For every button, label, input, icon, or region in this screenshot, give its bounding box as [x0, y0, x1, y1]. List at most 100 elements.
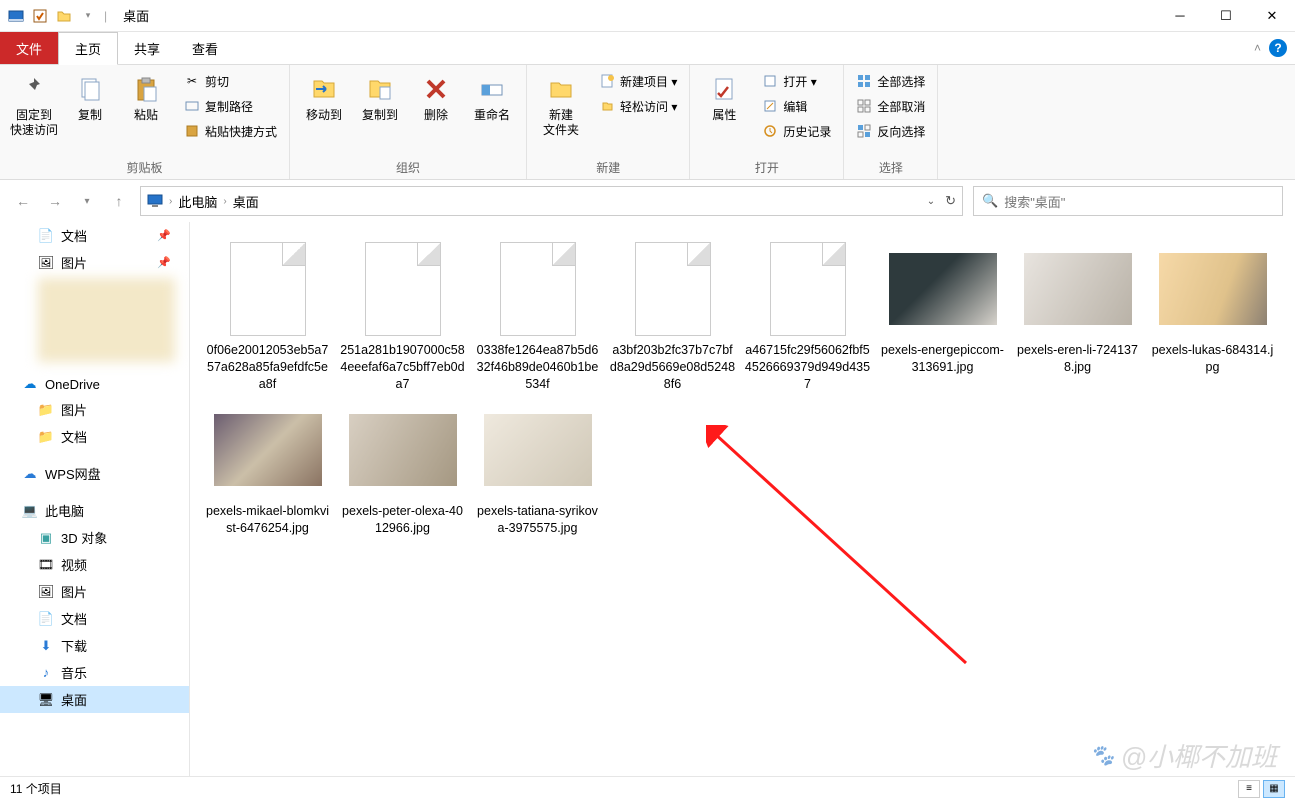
nav-back-button[interactable]: ← [12, 190, 34, 212]
maximize-button[interactable]: ☐ [1203, 0, 1249, 32]
view-details-button[interactable]: ≡ [1238, 780, 1260, 798]
pc-icon: 💻 [22, 503, 38, 519]
sidebar-item-od-docs[interactable]: 📁文档 [0, 423, 189, 450]
qat-folder-icon[interactable] [54, 6, 74, 26]
paste-icon [130, 73, 162, 105]
file-item[interactable]: pexels-lukas-684314.jpg [1145, 240, 1280, 393]
moveto-button[interactable]: 移动到 [298, 69, 350, 123]
edit-button[interactable]: 编辑 [758, 94, 835, 118]
file-item[interactable]: pexels-mikael-blomkvist-6476254.jpg [200, 401, 335, 537]
chevron-right-icon[interactable]: › [169, 196, 172, 207]
addr-dropdown-icon[interactable]: ⌄ [927, 196, 935, 207]
open-button[interactable]: 打开 ▾ [758, 69, 835, 93]
file-item[interactable]: pexels-eren-li-7241378.jpg [1010, 240, 1145, 393]
sidebar-item-pictures[interactable]: 🖼图片📌 [0, 249, 189, 276]
breadcrumb-pc[interactable]: 此电脑 [178, 192, 217, 211]
minimize-button[interactable]: ─ [1157, 0, 1203, 32]
sidebar-item-onedrive[interactable]: ☁OneDrive [0, 372, 189, 396]
file-item[interactable]: 0f06e20012053eb5a757a628a85fa9efdfc5ea8f [200, 240, 335, 393]
tab-home[interactable]: 主页 [58, 32, 118, 65]
file-item[interactable]: a3bf203b2fc37b7c7bfd8a29d5669e08d52488f6 [605, 240, 740, 393]
sidebar-item-documents[interactable]: 📄文档📌 [0, 222, 189, 249]
breadcrumb-folder[interactable]: 桌面 [233, 192, 259, 211]
pin-icon [18, 73, 50, 105]
file-item[interactable]: 251a281b1907000c584eeefaf6a7c5bff7eb0da7 [335, 240, 470, 393]
file-name: pexels-energepiccom-313691.jpg [875, 342, 1010, 376]
close-button[interactable]: ✕ [1249, 0, 1295, 32]
tab-file[interactable]: 文件 [0, 32, 58, 64]
copy-button[interactable]: 复制 [64, 69, 116, 123]
picture-icon: 🖼 [38, 584, 54, 600]
sidebar[interactable]: 📄文档📌 🖼图片📌 ☁OneDrive 📁图片 📁文档 ☁WPS网盘 💻此电脑 … [0, 222, 190, 776]
sidebar-item-wps[interactable]: ☁WPS网盘 [0, 460, 189, 487]
sidebar-item-videos[interactable]: 🎞视频 [0, 551, 189, 578]
moveto-icon [308, 73, 340, 105]
nav-up-button[interactable]: ↑ [108, 190, 130, 212]
file-name: 251a281b1907000c584eeefaf6a7c5bff7eb0da7 [335, 342, 470, 393]
file-name: pexels-lukas-684314.jpg [1145, 342, 1280, 376]
refresh-icon[interactable]: ↻ [945, 193, 956, 209]
sidebar-item-od-pictures[interactable]: 📁图片 [0, 396, 189, 423]
copyto-button[interactable]: 复制到 [354, 69, 406, 123]
sidebar-item-music[interactable]: ♪音乐 [0, 659, 189, 686]
file-name: pexels-tatiana-syrikova-3975575.jpg [470, 503, 605, 537]
delete-button[interactable]: 删除 [410, 69, 462, 123]
newitem-button[interactable]: 新建项目 ▾ [595, 69, 681, 93]
selectall-button[interactable]: 全部选择 [852, 69, 929, 93]
file-thumbnail [754, 240, 862, 338]
easyaccess-button[interactable]: 轻松访问 ▾ [595, 94, 681, 118]
sidebar-item-desktop[interactable]: 🖥桌面 [0, 686, 189, 713]
paste-button[interactable]: 粘贴 [120, 69, 172, 123]
qat-properties-icon[interactable] [30, 6, 50, 26]
sidebar-item-thispc[interactable]: 💻此电脑 [0, 497, 189, 524]
ribbon-collapse-icon[interactable]: ˄ [1254, 41, 1261, 55]
properties-icon [708, 73, 740, 105]
sidebar-item-pictures2[interactable]: 🖼图片 [0, 578, 189, 605]
blurred-items [38, 278, 175, 362]
content-area[interactable]: 0f06e20012053eb5a757a628a85fa9efdfc5ea8f… [190, 222, 1295, 776]
file-item[interactable]: pexels-energepiccom-313691.jpg [875, 240, 1010, 393]
file-item[interactable]: a46715fc29f56062fbf54526669379d949d4357 [740, 240, 875, 393]
pin-quickaccess-button[interactable]: 固定到 快速访问 [8, 69, 60, 138]
paste-shortcut-button[interactable]: 粘贴快捷方式 [180, 119, 281, 143]
invert-button[interactable]: 反向选择 [852, 119, 929, 143]
history-button[interactable]: 历史记录 [758, 119, 835, 143]
navbar: ← → ▾ ↑ › 此电脑 › 桌面 ⌄ ↻ 🔍 搜索"桌面" [0, 180, 1295, 222]
file-item[interactable]: 0338fe1264ea87b5d632f46b89de0460b1be534f [470, 240, 605, 393]
file-item[interactable]: pexels-tatiana-syrikova-3975575.jpg [470, 401, 605, 537]
tab-view[interactable]: 查看 [176, 32, 234, 64]
copy-icon [74, 73, 106, 105]
address-bar[interactable]: › 此电脑 › 桌面 ⌄ ↻ [140, 186, 963, 216]
file-name: 0338fe1264ea87b5d632f46b89de0460b1be534f [470, 342, 605, 393]
sidebar-item-3d[interactable]: ▣3D 对象 [0, 524, 189, 551]
help-icon[interactable]: ? [1269, 39, 1287, 57]
onedrive-icon: ☁ [22, 376, 38, 392]
easyaccess-icon [599, 98, 615, 114]
file-item[interactable]: pexels-peter-olexa-4012966.jpg [335, 401, 470, 537]
file-name: a3bf203b2fc37b7c7bfd8a29d5669e08d52488f6 [605, 342, 740, 393]
rename-button[interactable]: 重命名 [466, 69, 518, 123]
selectnone-button[interactable]: 全部取消 [852, 94, 929, 118]
cut-button[interactable]: ✂剪切 [180, 69, 281, 93]
properties-button[interactable]: 属性 [698, 69, 750, 123]
folder-icon: 📁 [38, 429, 54, 445]
item-count: 11 个项目 [10, 780, 62, 797]
nav-recent-dropdown[interactable]: ▾ [76, 190, 98, 212]
copypath-icon [184, 98, 200, 114]
view-icons-button[interactable]: ▦ [1263, 780, 1285, 798]
tab-share[interactable]: 共享 [118, 32, 176, 64]
rename-icon [476, 73, 508, 105]
sidebar-item-documents2[interactable]: 📄文档 [0, 605, 189, 632]
newfolder-button[interactable]: 新建 文件夹 [535, 69, 587, 138]
group-open-label: 打开 [698, 156, 835, 179]
nav-forward-button[interactable]: → [44, 190, 66, 212]
document-icon: 📄 [38, 228, 54, 244]
chevron-right-icon[interactable]: › [223, 196, 226, 207]
qat-dropdown-icon[interactable]: ▾ [78, 6, 98, 26]
copypath-button[interactable]: 复制路径 [180, 94, 281, 118]
sidebar-item-downloads[interactable]: ⬇下载 [0, 632, 189, 659]
search-box[interactable]: 🔍 搜索"桌面" [973, 186, 1283, 216]
selectnone-icon [856, 98, 872, 114]
file-name: pexels-mikael-blomkvist-6476254.jpg [200, 503, 335, 537]
image-thumbnail [349, 401, 457, 499]
